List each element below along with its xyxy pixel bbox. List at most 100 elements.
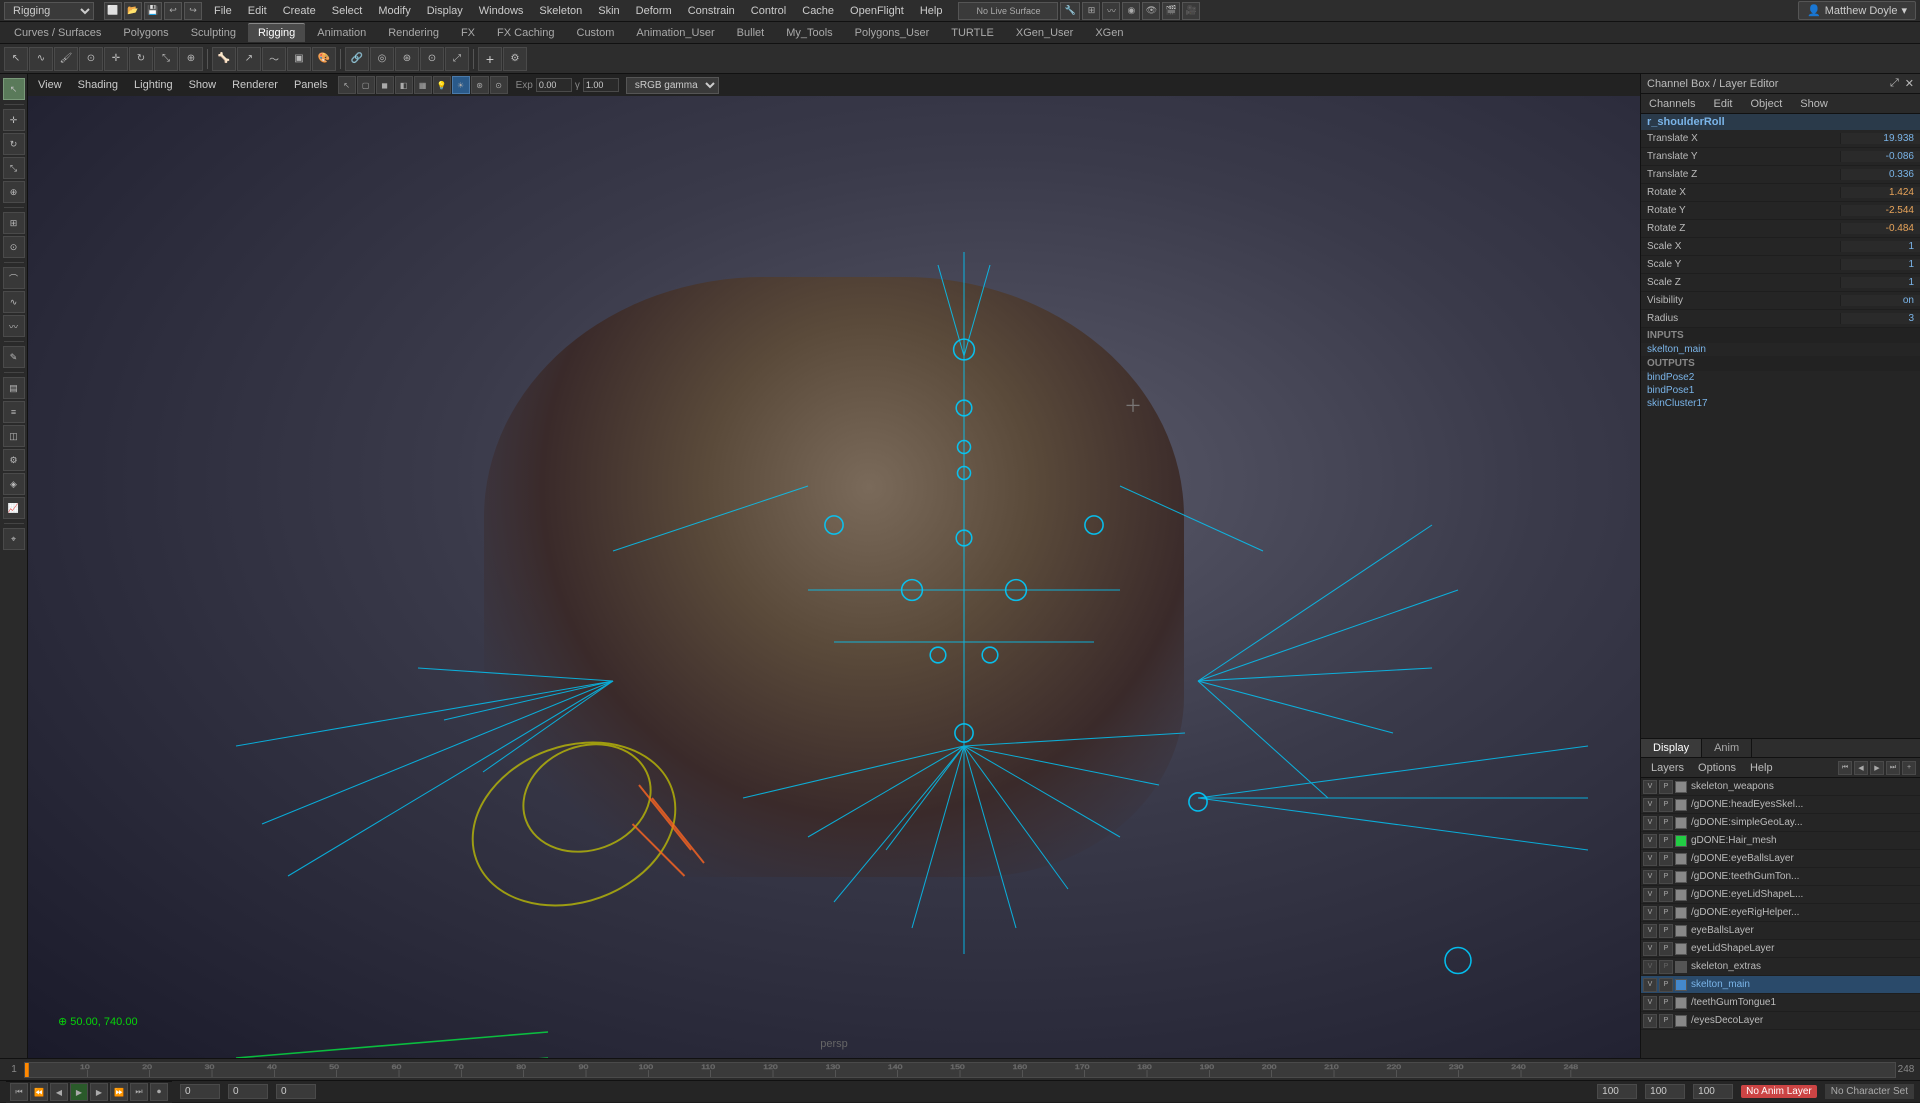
cb-value-rotate-z[interactable]: -0.484: [1840, 223, 1920, 234]
cb-menu-object[interactable]: Object: [1742, 96, 1790, 112]
vp-smooth-wire-icon[interactable]: ◧: [395, 76, 413, 94]
cb-menu-show[interactable]: Show: [1792, 96, 1836, 112]
settings-icon[interactable]: ⚙: [503, 47, 527, 71]
tab-rendering[interactable]: Rendering: [378, 24, 449, 42]
layer-p-btn[interactable]: P: [1659, 780, 1673, 794]
layer-eyelid-shape-2[interactable]: V P eyeLidShapeLayer: [1641, 940, 1920, 958]
open-scene-icon[interactable]: 📂: [124, 2, 142, 20]
layer-p-btn[interactable]: P: [1659, 888, 1673, 902]
menu-select[interactable]: Select: [324, 3, 371, 19]
tab-my-tools[interactable]: My_Tools: [776, 24, 842, 42]
curve-ep-icon[interactable]: ∿: [3, 291, 25, 313]
tab-anim[interactable]: Anim: [1702, 739, 1752, 757]
tab-xgen-user[interactable]: XGen_User: [1006, 24, 1083, 42]
render-frame-icon[interactable]: 🎬: [1162, 2, 1180, 20]
plus-icon[interactable]: +: [478, 47, 502, 71]
cb-value-translate-y[interactable]: -0.086: [1840, 151, 1920, 162]
annotate-icon[interactable]: ✎: [3, 346, 25, 368]
tab-polygons-user[interactable]: Polygons_User: [845, 24, 940, 42]
aim-constraint-icon[interactable]: ⊙: [420, 47, 444, 71]
play-last-btn[interactable]: ⏭: [130, 1083, 148, 1101]
move-tool-icon[interactable]: ✛: [104, 47, 128, 71]
cb-value-scale-z[interactable]: 1: [1840, 277, 1920, 288]
layer-v-btn[interactable]: V: [1643, 906, 1657, 920]
cb-menu-edit[interactable]: Edit: [1705, 96, 1740, 112]
vp-xray-icon[interactable]: ⊙: [490, 76, 508, 94]
new-scene-icon[interactable]: ⬜: [104, 2, 122, 20]
current-frame-input[interactable]: [228, 1084, 268, 1099]
graph-editor-icon[interactable]: 📈: [3, 497, 25, 519]
expand-icon[interactable]: ⤢: [1890, 77, 1899, 90]
parent-constraint-icon[interactable]: 🔗: [345, 47, 369, 71]
layer-skeleton-extras[interactable]: V P skeleton_extras: [1641, 958, 1920, 976]
tab-display[interactable]: Display: [1641, 739, 1702, 757]
exposure-input[interactable]: [536, 78, 572, 92]
tab-custom[interactable]: Custom: [567, 24, 625, 42]
gamma-input[interactable]: [583, 78, 619, 92]
cb-value-scale-y[interactable]: 1: [1840, 259, 1920, 270]
tab-turtle[interactable]: TURTLE: [941, 24, 1004, 42]
vp-menu-renderer[interactable]: Renderer: [226, 77, 284, 93]
frame-end-input[interactable]: [276, 1084, 316, 1099]
snap-grid-icon[interactable]: ⊞: [1082, 2, 1100, 20]
cb-value-radius[interactable]: 3: [1840, 313, 1920, 324]
scale-tool-icon[interactable]: ⤡: [154, 47, 178, 71]
gamma-dropdown[interactable]: sRGB gamma Linear Raw: [626, 77, 719, 94]
layer-head-eyes[interactable]: V P /gDONE:headEyesSkel...: [1641, 796, 1920, 814]
fps-3-input[interactable]: [1693, 1084, 1733, 1099]
orient-constraint-icon[interactable]: ⊛: [395, 47, 419, 71]
point-constraint-icon[interactable]: ◎: [370, 47, 394, 71]
tab-fx[interactable]: FX: [451, 24, 485, 42]
layer-v-btn[interactable]: V: [1643, 942, 1657, 956]
curve-cv-icon[interactable]: ⌒: [3, 267, 25, 289]
anim-layer-icon[interactable]: ◫: [3, 425, 25, 447]
snap-settings-icon[interactable]: ⊞: [3, 212, 25, 234]
save-scene-icon[interactable]: 💾: [144, 2, 162, 20]
layer-p-btn[interactable]: P: [1659, 960, 1673, 974]
soft-select-icon[interactable]: ⊙: [79, 47, 103, 71]
layer-p-btn[interactable]: P: [1659, 834, 1673, 848]
tab-polygons[interactable]: Polygons: [113, 24, 178, 42]
render-settings-icon[interactable]: ⚙: [3, 449, 25, 471]
time-track[interactable]: 10 20 30 40 50 60 70 80 90 100 110 120 1…: [24, 1062, 1896, 1078]
menu-modify[interactable]: Modify: [370, 3, 418, 19]
layer-p-btn[interactable]: P: [1659, 798, 1673, 812]
menu-control[interactable]: Control: [743, 3, 794, 19]
layer-v-btn[interactable]: V: [1643, 834, 1657, 848]
tab-animation-user[interactable]: Animation_User: [626, 24, 724, 42]
cb-value-translate-x[interactable]: 19.938: [1840, 133, 1920, 144]
step-back-btn[interactable]: ◀: [50, 1083, 68, 1101]
vp-menu-lighting[interactable]: Lighting: [128, 77, 179, 93]
cb-menu-channels[interactable]: Channels: [1641, 96, 1703, 112]
layer-v-btn[interactable]: V: [1643, 960, 1657, 974]
menu-file[interactable]: File: [206, 3, 240, 19]
menu-skin[interactable]: Skin: [590, 3, 627, 19]
tab-animation[interactable]: Animation: [307, 24, 376, 42]
layer-v-btn[interactable]: V: [1643, 798, 1657, 812]
layers-nav-add[interactable]: +: [1902, 761, 1916, 775]
vp-smooth-icon[interactable]: ◼: [376, 76, 394, 94]
menu-openflight[interactable]: OpenFlight: [842, 3, 912, 19]
move-icon[interactable]: ✛: [3, 109, 25, 131]
no-character-set-badge[interactable]: No Character Set: [1825, 1084, 1914, 1099]
user-badge[interactable]: 👤 Matthew Doyle ▾: [1798, 1, 1916, 20]
layer-teeth-gum[interactable]: V P /gDONE:teethGumTon...: [1641, 868, 1920, 886]
vp-menu-view[interactable]: View: [32, 77, 68, 93]
scale-constraint-icon[interactable]: ⤢: [445, 47, 469, 71]
cb-value-rotate-y[interactable]: -2.544: [1840, 205, 1920, 216]
cb-object-name[interactable]: r_shoulderRoll: [1641, 114, 1920, 130]
layer-eyelid-shape[interactable]: V P /gDONE:eyeLidShapeL...: [1641, 886, 1920, 904]
play-first-btn[interactable]: ⏮: [10, 1083, 28, 1101]
tab-rigging[interactable]: Rigging: [248, 23, 305, 42]
select-mode-icon[interactable]: ↖: [3, 78, 25, 100]
layer-v-btn[interactable]: V: [1643, 1014, 1657, 1028]
layer-v-btn[interactable]: V: [1643, 924, 1657, 938]
layers-nav-first[interactable]: ⏮: [1838, 761, 1852, 775]
tab-xgen[interactable]: XGen: [1085, 24, 1133, 42]
layer-v-btn[interactable]: V: [1643, 780, 1657, 794]
ipr-render-icon[interactable]: 🎥: [1182, 2, 1200, 20]
play-back-btn[interactable]: ⏪: [30, 1083, 48, 1101]
cb-value-rotate-x[interactable]: 1.424: [1840, 187, 1920, 198]
menu-skeleton[interactable]: Skeleton: [531, 3, 590, 19]
layer-p-btn[interactable]: P: [1659, 906, 1673, 920]
